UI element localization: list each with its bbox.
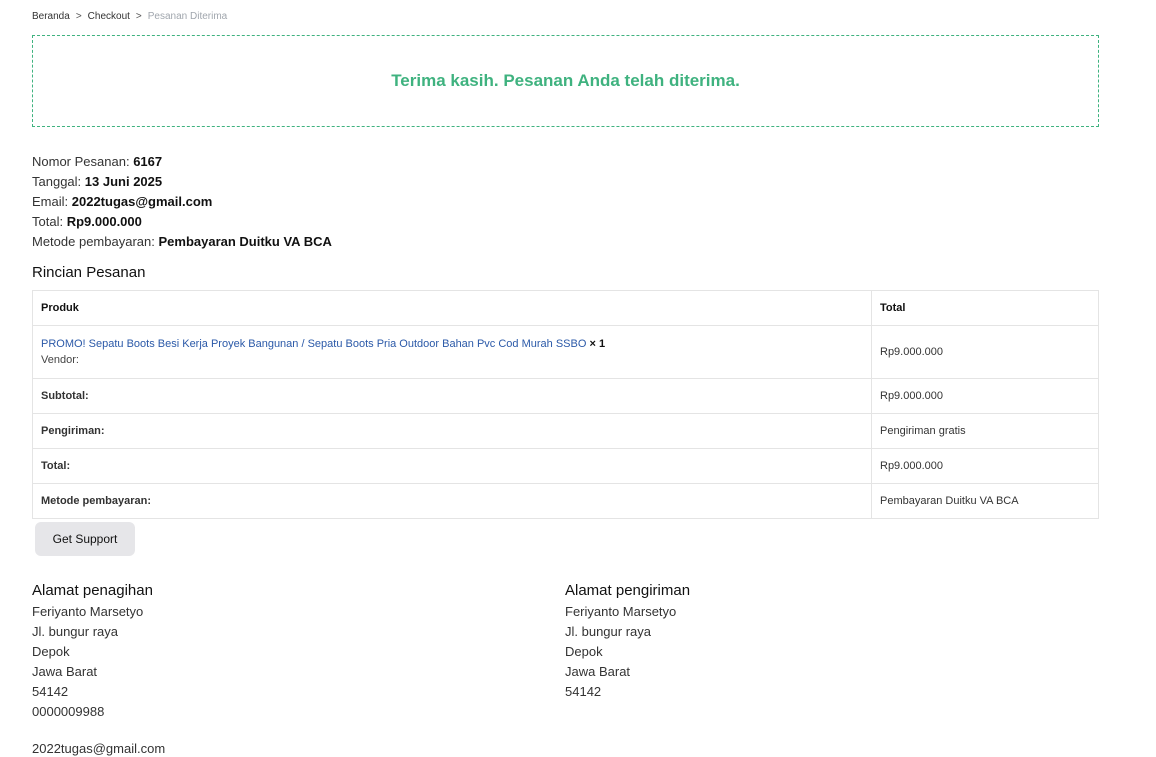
- billing-name: Feriyanto Marsetyo: [32, 604, 144, 619]
- billing-province: Jawa Barat: [32, 664, 98, 679]
- breadcrumb-separator: >: [135, 11, 142, 22]
- shipping-province: Jawa Barat: [565, 664, 631, 679]
- order-date-value: 13 Juni 2025: [84, 174, 163, 189]
- breadcrumb-checkout-link[interactable]: Checkout: [88, 11, 130, 22]
- order-total-value: Rp9.000.000: [66, 214, 142, 229]
- shipping-address-title: Alamat pengiriman: [565, 582, 691, 599]
- table-row: Metode pembayaran: Pembayaran Duitku VA …: [32, 483, 1099, 519]
- order-date-label: Tanggal:: [32, 174, 82, 189]
- product-link[interactable]: PROMO! Sepatu Boots Besi Kerja Proyek Ba…: [41, 338, 586, 350]
- order-email-line: Email: 2022tugas@gmail.com: [32, 192, 332, 212]
- shipping-postcode: 54142: [565, 684, 602, 699]
- table-header-row: Produk Total: [32, 290, 1099, 326]
- billing-postcode: 54142: [32, 684, 69, 699]
- order-payment-label: Metode pembayaran:: [32, 234, 155, 249]
- payment-method-value: Pembayaran Duitku VA BCA: [871, 483, 1099, 519]
- total-column-header: Total: [871, 290, 1099, 326]
- shipping-value: Pengiriman gratis: [871, 413, 1099, 449]
- shipping-street: Jl. bungur raya: [565, 624, 651, 639]
- order-number-value: 6167: [133, 154, 163, 169]
- subtotal-label: Subtotal:: [32, 378, 872, 414]
- order-overview: Nomor Pesanan: 6167 Tanggal: 13 Juni 202…: [32, 152, 332, 252]
- product-quantity: × 1: [589, 338, 606, 350]
- subtotal-value: Rp9.000.000: [871, 378, 1099, 414]
- order-success-notice: Terima kasih. Pesanan Anda telah diterim…: [32, 35, 1099, 127]
- payment-method-label: Metode pembayaran:: [32, 483, 872, 519]
- shipping-address: Alamat pengiriman Feriyanto Marsetyo Jl.…: [565, 582, 690, 702]
- shipping-label: Pengiriman:: [32, 413, 872, 449]
- billing-address-title: Alamat penagihan: [32, 582, 153, 599]
- product-column-header: Produk: [32, 290, 872, 326]
- breadcrumb: Beranda > Checkout > Pesanan Diterima: [32, 11, 227, 22]
- breadcrumb-current: Pesanan Diterima: [147, 11, 228, 22]
- order-details-table: Produk Total PROMO! Sepatu Boots Besi Ke…: [32, 290, 1099, 519]
- order-number-label: Nomor Pesanan:: [32, 154, 130, 169]
- total-label: Total:: [32, 448, 872, 484]
- order-total-line: Total: Rp9.000.000: [32, 212, 332, 232]
- order-number-line: Nomor Pesanan: 6167: [32, 152, 332, 172]
- product-vendor: Vendor:: [41, 354, 79, 366]
- shipping-name: Feriyanto Marsetyo: [565, 604, 677, 619]
- billing-city: Depok: [32, 644, 70, 659]
- order-success-text: Terima kasih. Pesanan Anda telah diterim…: [391, 71, 740, 90]
- order-total-label: Total:: [32, 214, 64, 229]
- product-cell: PROMO! Sepatu Boots Besi Kerja Proyek Ba…: [32, 325, 872, 379]
- order-email-label: Email:: [32, 194, 69, 209]
- breadcrumb-separator: >: [75, 11, 82, 22]
- order-payment-line: Metode pembayaran: Pembayaran Duitku VA …: [32, 232, 332, 252]
- order-payment-value: Pembayaran Duitku VA BCA: [158, 234, 332, 249]
- breadcrumb-home-link[interactable]: Beranda: [32, 11, 70, 22]
- get-support-button[interactable]: Get Support: [35, 522, 135, 556]
- table-row: Total: Rp9.000.000: [32, 448, 1099, 484]
- billing-address: Alamat penagihan Feriyanto Marsetyo Jl. …: [32, 582, 153, 722]
- product-total: Rp9.000.000: [871, 325, 1099, 379]
- table-row: Subtotal: Rp9.000.000: [32, 378, 1099, 414]
- order-date-line: Tanggal: 13 Juni 2025: [32, 172, 332, 192]
- table-row: Pengiriman: Pengiriman gratis: [32, 413, 1099, 449]
- billing-phone: 0000009988: [32, 704, 105, 719]
- billing-email: 2022tugas@gmail.com: [32, 741, 166, 756]
- order-email-value: 2022tugas@gmail.com: [71, 194, 213, 209]
- table-row: PROMO! Sepatu Boots Besi Kerja Proyek Ba…: [32, 325, 1099, 379]
- order-details-title: Rincian Pesanan: [32, 264, 146, 281]
- shipping-city: Depok: [565, 644, 603, 659]
- billing-street: Jl. bungur raya: [32, 624, 118, 639]
- total-value: Rp9.000.000: [871, 448, 1099, 484]
